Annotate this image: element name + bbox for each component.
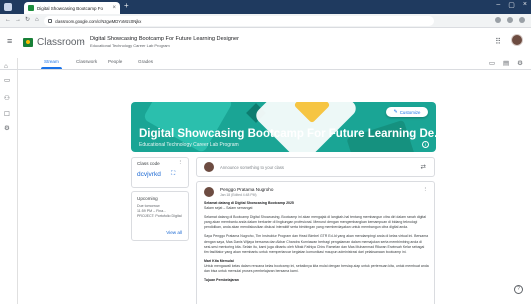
active-tab-indicator xyxy=(41,67,62,69)
new-tab-icon[interactable]: + xyxy=(124,2,129,10)
upcoming-card: Upcoming Due tomorrow 11:59 PM – Fina...… xyxy=(131,191,189,241)
home-icon[interactable]: ⌂ xyxy=(35,17,39,23)
repost-icon[interactable]: ⇄ xyxy=(421,163,426,171)
help-icon[interactable]: ? xyxy=(514,285,523,294)
course-subtitle: Educational Technology Career Lab Progra… xyxy=(90,43,170,48)
post-date: Jan 18 (Edited 4:48 PM) xyxy=(220,193,257,197)
post-paragraph: Selamat datang di Bootcamp Digital Showc… xyxy=(204,215,426,230)
customize-label: Customize xyxy=(399,109,421,115)
post-greeting: Salam sejat – Salam semangat xyxy=(204,206,253,211)
back-icon[interactable]: ← xyxy=(5,17,11,23)
close-window-icon[interactable]: × xyxy=(523,1,527,9)
avatar xyxy=(204,187,214,197)
upcoming-time: 11:59 PM – Fina... xyxy=(137,209,167,213)
announce-placeholder: Announce something to your class xyxy=(220,165,285,170)
tab-title: Digital Showcasing Bootcamp Fo xyxy=(37,5,104,11)
upcoming-due: Due tomorrow xyxy=(137,204,160,208)
drive-folder-icon[interactable]: ▤ xyxy=(503,59,509,67)
url-input[interactable]: classroom.google.com/c/NzgwMDYxMzc0Njkx xyxy=(44,16,434,26)
classroom-logo-icon[interactable] xyxy=(23,38,33,47)
customize-button[interactable]: ✎ Customize xyxy=(386,107,428,117)
post-body: Selamat datang di Digital Showcasing Boo… xyxy=(204,201,429,283)
window-menu-icon[interactable] xyxy=(4,3,12,11)
info-icon[interactable]: i xyxy=(422,141,429,148)
app-name[interactable]: Classroom xyxy=(37,37,85,48)
minimize-icon[interactable]: – xyxy=(496,1,500,9)
tab-people[interactable]: People xyxy=(108,59,122,64)
people-rail-icon[interactable]: ⚇ xyxy=(4,95,10,103)
class-banner: ✎ Customize Digital Showcasing Bootcamp … xyxy=(131,102,436,152)
class-settings-icon[interactable]: ⚙ xyxy=(517,59,523,67)
lock-icon xyxy=(48,19,52,23)
browser-toolbar-right xyxy=(495,17,525,23)
banner-subtitle: Educational Technology Career Lab Progra… xyxy=(139,142,239,148)
announce-box[interactable]: Announce something to your class ⇄ xyxy=(196,157,435,177)
window-controls: – ▢ × xyxy=(496,1,527,9)
view-all-link[interactable]: View all xyxy=(166,230,182,235)
tab-stream[interactable]: Stream xyxy=(44,59,59,64)
more-vert-icon[interactable]: ⋮ xyxy=(178,160,184,166)
course-nav: Stream Classwork People Grades ▭ ▤ ⚙ xyxy=(0,58,531,70)
pencil-icon: ✎ xyxy=(393,108,398,115)
avatar xyxy=(204,162,214,172)
stream-post: Penggo Pratama Nugroho Jan 18 (Edited 4:… xyxy=(196,181,435,304)
url-text: classroom.google.com/c/NzgwMDYxMzc0Njkx xyxy=(55,18,142,24)
post-author: Penggo Pratama Nugroho xyxy=(220,187,274,192)
upcoming-label: Upcoming xyxy=(137,196,158,201)
banner-title: Digital Showcasing Bootcamp For Future L… xyxy=(139,128,436,140)
maximize-icon[interactable]: ▢ xyxy=(508,1,515,9)
upcoming-item-link[interactable]: PROJECT: Portofolio Digital xyxy=(137,214,182,218)
tab-classwork[interactable]: Classwork xyxy=(76,59,97,64)
post-section-heading: Tujuan Pembelajaran xyxy=(204,278,239,283)
reload-icon[interactable]: ↻ xyxy=(25,17,30,23)
breadcrumb-chevron-icon: › xyxy=(82,38,85,45)
account-avatar[interactable] xyxy=(511,34,523,46)
post-paragraph: Saya Penggo Pratama Nugroho, Tim Instruk… xyxy=(204,234,429,254)
fullscreen-icon[interactable]: ⛶ xyxy=(171,171,175,178)
profile-icon[interactable] xyxy=(507,17,513,23)
left-rail: ⌂ ▭ ⚇ ☐ ⚙ xyxy=(0,58,18,304)
class-code-card: Class code ⋮ dcvjvrkd ⛶ xyxy=(131,157,189,188)
class-code-label: Class code xyxy=(137,161,160,166)
course-tools: ▭ ▤ ⚙ xyxy=(489,59,523,67)
google-apps-icon[interactable]: ⠿ xyxy=(495,38,501,46)
browser-tabstrip: Digital Showcasing Bootcamp Fo × + – ▢ × xyxy=(0,0,531,14)
post-paragraph: Untuk mengawali kelas dalam rencana kela… xyxy=(204,263,429,274)
more-vert-icon[interactable]: ⋮ xyxy=(423,187,429,193)
browser-tab[interactable]: Digital Showcasing Bootcamp Fo × xyxy=(24,2,120,14)
browser-menu-icon[interactable] xyxy=(519,17,525,23)
todo-rail-icon[interactable]: ☐ xyxy=(4,111,10,119)
address-bar: ← → ↻ ⌂ classroom.google.com/c/NzgwMDYxM… xyxy=(0,14,531,28)
class-code-value: dcvjvrkd xyxy=(137,171,161,178)
calendar-icon[interactable]: ▭ xyxy=(489,59,495,67)
main-menu-icon[interactable]: ≡ xyxy=(7,37,12,46)
classroom-header: ≡ Classroom › Digital Showcasing Bootcam… xyxy=(0,28,531,58)
calendar-rail-icon[interactable]: ▭ xyxy=(4,77,10,85)
classroom-favicon-icon xyxy=(28,5,34,11)
settings-rail-icon[interactable]: ⚙ xyxy=(4,125,10,133)
extension-icon[interactable] xyxy=(495,17,501,23)
tab-grades[interactable]: Grades xyxy=(138,59,153,64)
tab-close-icon[interactable]: × xyxy=(112,5,116,11)
forward-icon[interactable]: → xyxy=(15,17,21,23)
course-title[interactable]: Digital Showcasing Bootcamp For Future L… xyxy=(90,36,239,42)
